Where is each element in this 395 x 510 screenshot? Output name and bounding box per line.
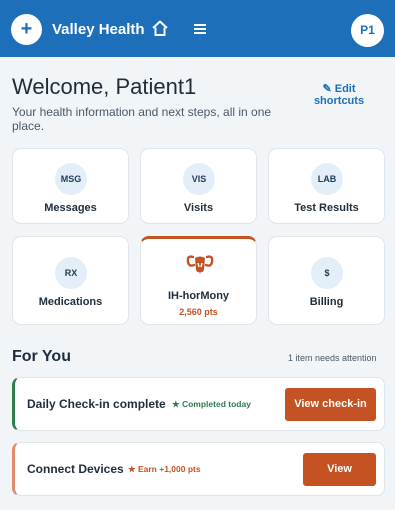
task-title: Daily Check-in complete [27, 397, 166, 411]
page-title: Welcome, Patient1 [12, 74, 197, 99]
task-title: Connect Devices [27, 462, 124, 476]
tile-label: Test Results [294, 202, 359, 214]
tile-label: IH-horMony [167, 290, 230, 302]
page-subtitle: Your health information and next steps, … [12, 105, 272, 133]
tile-test-results[interactable]: LAB Test Results [268, 148, 385, 224]
rx-icon: RX [55, 257, 87, 289]
points-value: 2,560 pts [179, 307, 218, 317]
task-card-connect-devices: Connect Devices ★ Earn +1,000 pts View [12, 442, 385, 496]
brand-name[interactable]: Valley Health [52, 21, 145, 38]
tile-label: Medications [38, 296, 103, 308]
attention-count: 1 item needs attention [288, 353, 377, 363]
home-icon[interactable] [151, 19, 169, 37]
tile-ih-hormony[interactable]: IH-horMony 2,560 pts [140, 236, 257, 325]
task-status: ★ Completed today [172, 399, 251, 409]
billing-icon: $ [311, 257, 343, 289]
tile-medications[interactable]: RX Medications [12, 236, 129, 325]
add-button[interactable]: + [11, 14, 42, 45]
task-status: ★ Earn +1,000 pts [128, 464, 201, 474]
top-app-bar: + Valley Health P1 [0, 0, 395, 57]
tile-visits[interactable]: VIS Visits [140, 148, 257, 224]
view-checkin-button[interactable]: View check-in [285, 388, 376, 421]
messages-icon: MSG [55, 163, 87, 195]
avatar[interactable]: P1 [351, 14, 384, 47]
edit-shortcuts-link[interactable]: ✎ Edit shortcuts [306, 83, 372, 107]
tile-messages[interactable]: MSG Messages [12, 148, 129, 224]
lab-icon: LAB [311, 163, 343, 195]
view-button[interactable]: View [303, 453, 376, 486]
tile-label: Messages [44, 202, 97, 214]
visits-icon: VIS [183, 163, 215, 195]
tile-label: Billing [309, 296, 344, 308]
tile-billing[interactable]: $ Billing [268, 236, 385, 325]
section-heading-for-you: For You [12, 348, 71, 365]
menu-icon[interactable] [191, 21, 209, 37]
task-card-daily-checkin: Daily Check-in complete ★ Completed toda… [12, 377, 385, 431]
tile-label: Visits [183, 202, 214, 214]
ram-head-logo-icon [186, 255, 214, 274]
